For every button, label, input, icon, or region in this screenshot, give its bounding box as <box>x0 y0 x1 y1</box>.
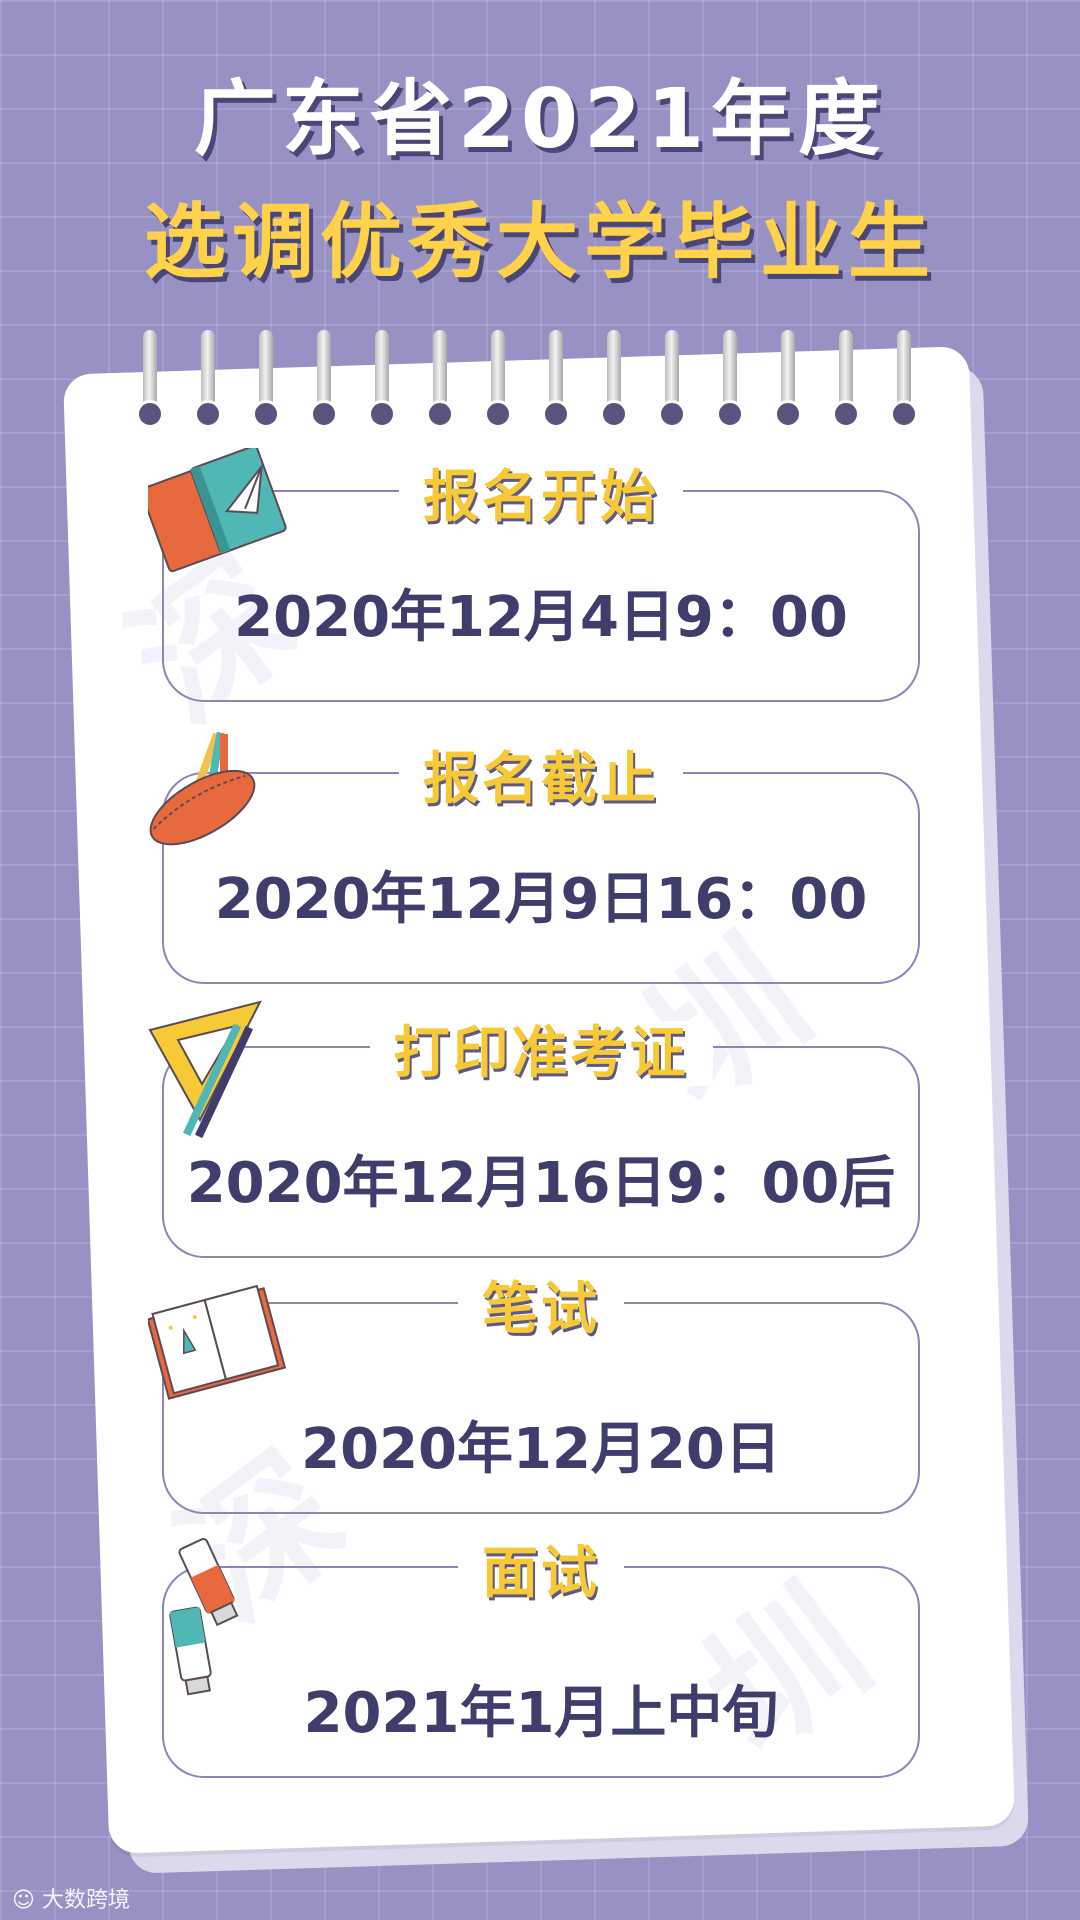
event-date: 2020年12月20日 <box>301 1417 781 1482</box>
binding-ring <box>484 330 512 430</box>
binding-ring <box>252 330 280 430</box>
event-label: 打印准考证 <box>164 1008 918 1089</box>
binding-ring <box>136 330 164 430</box>
binding-rings <box>136 330 930 430</box>
title-line-1: 广东省2021年度 <box>193 72 887 167</box>
title-line-2: 选调优秀大学毕业生 <box>143 195 936 290</box>
event-card-print-admission-ticket: 打印准考证 2020年12月16日9：00后 <box>162 1021 920 1258</box>
footer-logo: ☺ 大数跨境 <box>12 1882 130 1914</box>
notebook-rocket-icon <box>148 1284 287 1400</box>
event-label-text: 报名开始 <box>399 465 683 530</box>
binding-ring <box>716 330 744 430</box>
binding-ring <box>658 330 686 430</box>
binding-ring <box>310 330 338 430</box>
pencil-case-icon <box>149 731 256 846</box>
binding-ring <box>890 330 918 430</box>
binding-ring <box>600 330 628 430</box>
event-date: 2020年12月16日9：00后 <box>186 1151 896 1216</box>
event-card-registration-end: 报名截止 2020年12月9日16：00 <box>162 747 920 984</box>
event-date: 2020年12月4日9：00 <box>234 585 848 650</box>
binding-ring <box>774 330 802 430</box>
books-icon <box>148 448 287 573</box>
event-date: 2020年12月9日16：00 <box>214 867 868 932</box>
binding-ring <box>542 330 570 430</box>
binding-ring <box>426 330 454 430</box>
footer-logo-text: 大数跨境 <box>41 1888 130 1913</box>
event-label-text: 面试 <box>458 1541 624 1606</box>
paint-tubes-icon <box>169 1538 239 1696</box>
binding-ring <box>832 330 860 430</box>
footer-logo-icon: ☺ <box>12 1888 35 1913</box>
event-label-text: 报名截止 <box>399 747 683 812</box>
binding-ring <box>368 330 396 430</box>
event-label: 报名截止 <box>164 734 918 815</box>
binding-ring <box>194 330 222 430</box>
event-label-text: 笔试 <box>458 1277 624 1342</box>
ruler-triangle-icon <box>148 1000 262 1139</box>
event-label-text: 打印准考证 <box>369 1021 713 1086</box>
